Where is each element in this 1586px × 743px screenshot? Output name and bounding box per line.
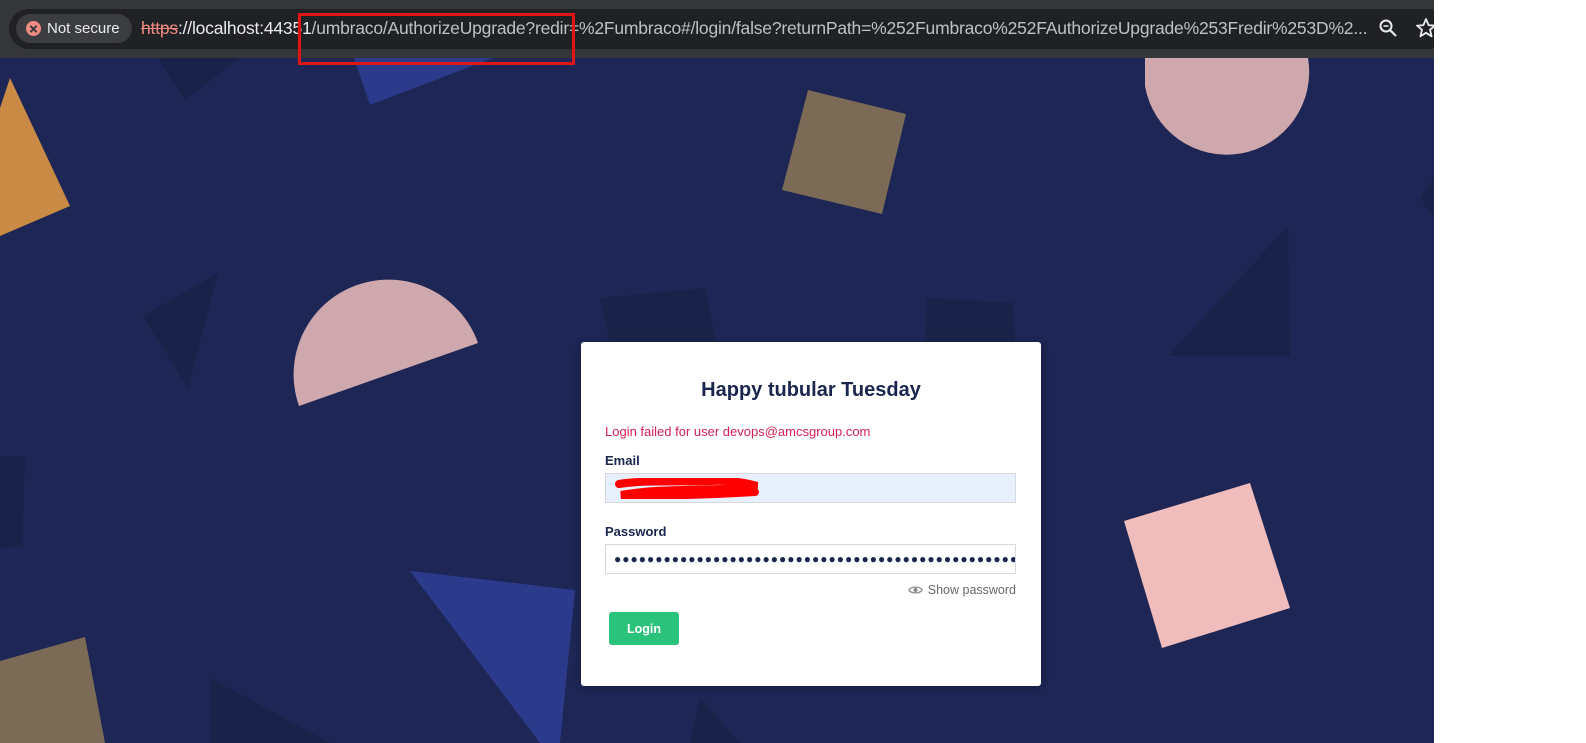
url-scheme: https (141, 18, 178, 38)
security-chip[interactable]: Not secure (16, 14, 132, 43)
browser-window: Not secure https://localhost:44351/umbra… (0, 0, 1434, 743)
zoom-icon[interactable] (1378, 18, 1398, 38)
show-password-toggle[interactable]: Show password (907, 583, 1016, 597)
login-button[interactable]: Login (609, 612, 679, 645)
email-field[interactable] (605, 473, 1016, 503)
eye-icon (907, 586, 923, 594)
login-error-message: Login failed for user devops@amcsgroup.c… (605, 424, 871, 439)
bookmark-star-icon[interactable] (1414, 16, 1434, 40)
greeting-heading: Happy tubular Tuesday (701, 379, 921, 401)
show-password-label: Show password (927, 583, 1016, 597)
url-host: ://localhost:44351 (177, 18, 312, 38)
address-bar: Not secure https://localhost:44351/umbra… (0, 0, 1434, 58)
login-card: Happy tubular Tuesday Login failed for u… (581, 342, 1041, 686)
password-label: Password (605, 524, 667, 539)
not-secure-icon (26, 21, 41, 36)
email-label: Email (605, 453, 640, 468)
password-field[interactable]: ●●●●●●●●●●●●●●●●●●●●●●●●●●●●●●●●●●●●●●●●… (605, 544, 1016, 574)
security-label: Not secure (47, 20, 120, 37)
url-annotation-highlight (298, 13, 575, 65)
